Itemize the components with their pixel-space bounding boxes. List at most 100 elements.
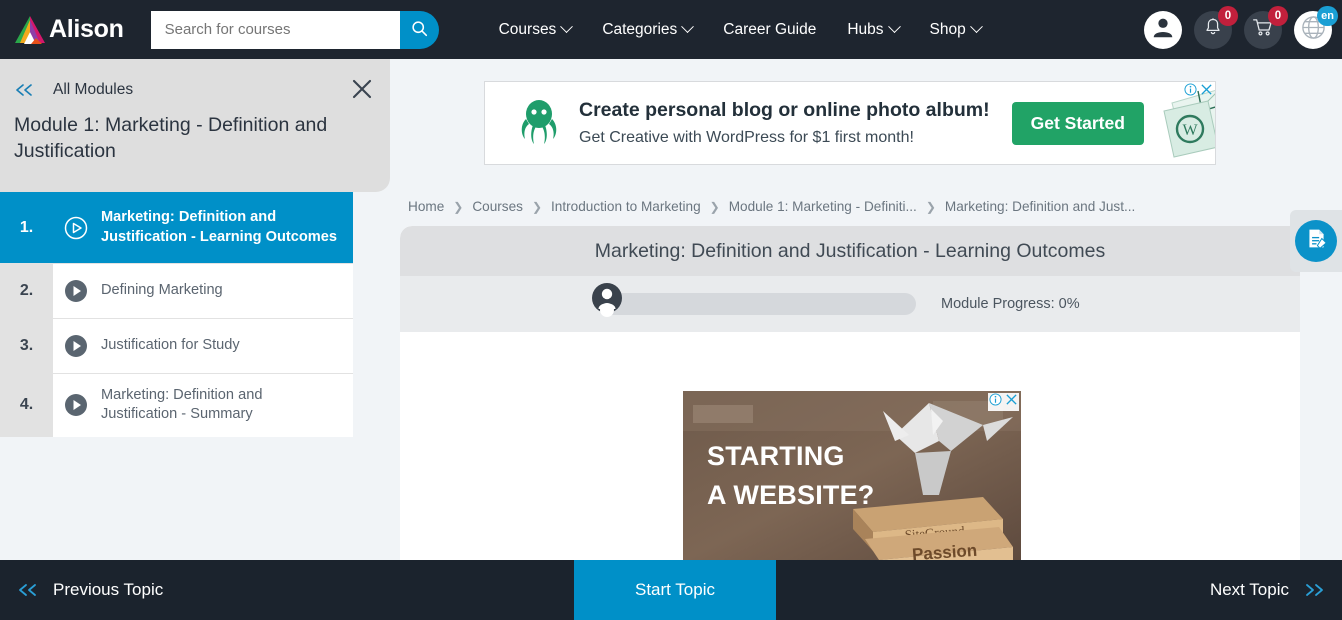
main-menu: Courses Categories Career Guide Hubs Sho… [498, 20, 983, 39]
close-sidebar-button[interactable] [348, 77, 376, 105]
lesson-list: 1. Marketing: Definition and Justificati… [0, 192, 353, 437]
svg-text:W: W [1182, 122, 1198, 139]
ad-subtext: Get Creative with WordPress for $1 first… [579, 129, 914, 146]
language-button[interactable]: en [1294, 5, 1338, 49]
alison-logo-text: Alison [49, 15, 124, 43]
previous-topic-button[interactable]: Previous Topic [16, 560, 163, 620]
search-icon [411, 20, 428, 40]
octopus-icon [517, 95, 561, 152]
lesson-number: 1. [0, 192, 53, 263]
nav-item-categories[interactable]: Categories [602, 20, 695, 39]
ad-cta-button[interactable]: Get Started [1011, 101, 1144, 145]
lesson-title: Justification for Study [101, 337, 240, 354]
notes-button[interactable] [1295, 220, 1337, 262]
top-navigation-bar: Alison Courses Categories [0, 0, 1342, 59]
play-circle-icon [64, 393, 88, 417]
lesson-number: 4. [0, 374, 53, 437]
main-content: Create personal blog or online photo alb… [390, 59, 1342, 560]
ad-close-icon[interactable] [1200, 83, 1213, 101]
search-button[interactable] [399, 10, 439, 49]
chevron-down-icon [887, 20, 901, 34]
search-input[interactable] [150, 10, 400, 49]
chevron-down-icon [969, 20, 983, 34]
bottom-advertisement[interactable]: SiteGround Passion STARTING A WEBSITE? [683, 391, 1021, 560]
double-chevron-right-icon [1302, 582, 1326, 598]
lesson-item-3[interactable]: 3. Justification for Study [0, 318, 353, 373]
cart-button[interactable]: 0 [1244, 5, 1288, 49]
double-chevron-left-icon [16, 582, 40, 598]
notifications-button[interactable]: 0 [1194, 5, 1238, 49]
cart-badge: 0 [1268, 5, 1288, 26]
play-circle-icon [64, 216, 88, 240]
svg-text:Passion: Passion [911, 541, 977, 560]
lesson-item-4[interactable]: 4. Marketing: Definition and Justificati… [0, 373, 353, 437]
nav-item-hubs[interactable]: Hubs [847, 20, 901, 39]
ad-bottom-title: STARTING A WEBSITE? [707, 437, 875, 515]
header-actions: 0 0 en [1144, 0, 1338, 59]
chevron-down-icon [560, 20, 574, 34]
chevron-right-icon: ❯ [925, 199, 936, 214]
ad-close-icon[interactable] [1005, 393, 1018, 411]
sidebar-header: All Modules Module 1: Marketing - Defini… [0, 59, 390, 192]
nav-item-career-guide[interactable]: Career Guide [723, 21, 816, 39]
module-sidebar: All Modules Module 1: Marketing - Defini… [0, 59, 390, 560]
breadcrumb-item-courses[interactable]: Courses [472, 199, 523, 214]
notes-tab [1290, 210, 1342, 272]
user-avatar-icon [591, 282, 623, 326]
breadcrumb-item-course[interactable]: Introduction to Marketing [551, 199, 701, 214]
next-topic-label: Next Topic [1209, 580, 1289, 599]
lesson-item-1[interactable]: 1. Marketing: Definition and Justificati… [0, 192, 353, 263]
topic-card: Marketing: Definition and Justification … [400, 226, 1300, 560]
ad-headline: Create personal blog or online photo alb… [579, 99, 990, 121]
lesson-title: Defining Marketing [101, 282, 223, 299]
lesson-title: Marketing: Definition and Justification … [101, 387, 263, 423]
alison-logo-icon [14, 15, 48, 45]
ad-bottom-line2: A WEBSITE? [707, 480, 875, 511]
breadcrumb-item-topic[interactable]: Marketing: Definition and Just... [945, 199, 1135, 214]
play-circle-icon [64, 279, 88, 303]
module-progress-row: Module Progress: 0% [400, 276, 1300, 332]
progress-bar [592, 283, 916, 317]
module-progress-label: Module Progress: 0% [941, 296, 1080, 312]
nav-item-label: Hubs [847, 20, 884, 38]
nav-item-label: Categories [602, 20, 678, 38]
start-topic-label: Start Topic [634, 580, 715, 599]
ad-bottom-line1: STARTING [707, 441, 845, 471]
alison-logo[interactable]: Alison [14, 15, 124, 45]
ad-info-icon[interactable] [989, 393, 1002, 411]
nav-item-label: Career Guide [723, 20, 817, 38]
note-edit-icon [1305, 227, 1328, 255]
play-circle-icon [64, 334, 88, 358]
bottom-navigation-bar: Previous Topic Start Topic Next Topic [0, 560, 1342, 620]
page-root: Alison Courses Categories [0, 0, 1342, 620]
topic-card-header: Marketing: Definition and Justification … [400, 226, 1300, 276]
search-bar [150, 10, 439, 49]
page-title: Marketing: Definition and Justification … [594, 239, 1106, 262]
topic-body: SiteGround Passion STARTING A WEBSITE? [400, 332, 1300, 560]
chevron-down-icon [681, 20, 695, 34]
double-chevron-left-icon[interactable] [14, 83, 36, 97]
all-modules-link[interactable]: All Modules [53, 81, 133, 99]
module-title: Module 1: Marketing - Definition and Jus… [14, 114, 328, 162]
next-topic-button[interactable]: Next Topic [1210, 560, 1326, 620]
account-button[interactable] [1144, 10, 1182, 49]
lesson-number: 2. [0, 264, 53, 318]
breadcrumb-item-home[interactable]: Home [408, 199, 444, 214]
ad-bottom-controls [988, 393, 1019, 411]
breadcrumb: Home ❯ Courses ❯ Introduction to Marketi… [408, 199, 1135, 214]
nav-item-shop[interactable]: Shop [929, 20, 983, 39]
lesson-number: 3. [0, 319, 53, 373]
nav-item-courses[interactable]: Courses [498, 20, 574, 39]
nav-item-label: Courses [498, 20, 557, 38]
ad-info-icon[interactable] [1184, 83, 1197, 101]
close-icon [350, 77, 374, 106]
language-code-badge: en [1317, 5, 1338, 26]
breadcrumb-item-module[interactable]: Module 1: Marketing - Definiti... [729, 199, 917, 214]
nav-item-label: Shop [929, 20, 966, 38]
chevron-right-icon: ❯ [453, 199, 464, 214]
lesson-item-2[interactable]: 2. Defining Marketing [0, 263, 353, 318]
ad-controls [1184, 83, 1213, 101]
start-topic-button[interactable]: Start Topic [574, 560, 776, 620]
top-advertisement[interactable]: Create personal blog or online photo alb… [484, 81, 1216, 165]
chevron-right-icon: ❯ [531, 199, 543, 214]
